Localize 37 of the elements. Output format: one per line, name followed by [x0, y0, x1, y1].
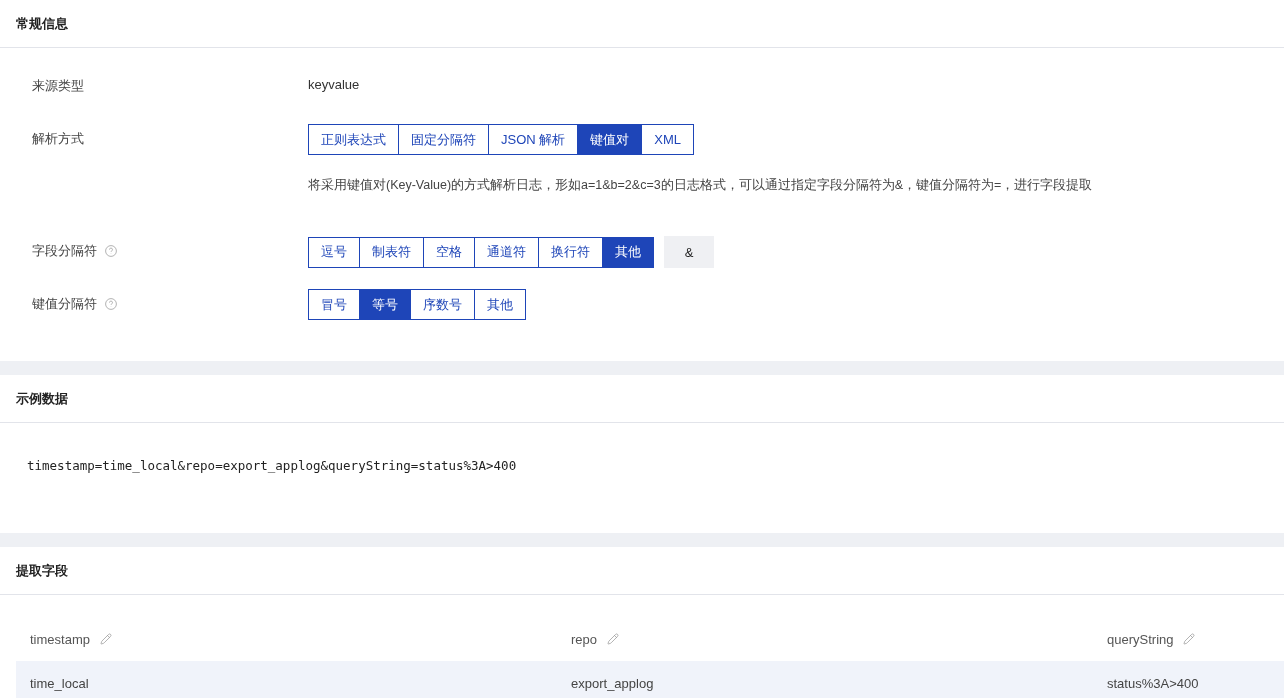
- option-button[interactable]: 正则表达式: [308, 124, 399, 155]
- option-button[interactable]: 固定分隔符: [398, 124, 489, 155]
- edit-icon[interactable]: [607, 633, 620, 645]
- section-title: 常规信息: [16, 14, 68, 33]
- option-button[interactable]: XML: [641, 124, 695, 155]
- edit-icon[interactable]: [1183, 633, 1196, 645]
- option-button[interactable]: 冒号: [308, 289, 360, 320]
- edit-icon[interactable]: [99, 633, 112, 645]
- column-header: queryString: [1107, 631, 1174, 647]
- field-label: 键值分隔符: [32, 295, 97, 313]
- custom-value-field[interactable]: &: [664, 236, 714, 268]
- option-button[interactable]: 序数号: [410, 289, 475, 320]
- table-cell-text: time_local: [29, 675, 90, 691]
- option-button[interactable]: 空格: [423, 236, 475, 268]
- option-button[interactable]: 键值对: [577, 124, 643, 155]
- option-button[interactable]: 其他: [602, 236, 654, 268]
- help-icon[interactable]: [105, 245, 117, 257]
- field-value: keyvalue: [308, 77, 361, 92]
- option-button[interactable]: 换行符: [538, 236, 603, 268]
- option-button[interactable]: JSON 解析: [488, 124, 579, 155]
- table-cell-text: status%3A>400: [1106, 675, 1200, 691]
- field-label: 解析方式: [32, 130, 84, 148]
- field-label: 字段分隔符: [32, 242, 97, 260]
- description-text: 将采用键值对(Key-Value)的方式解析日志，形如a=1&b=2&c=3的日志格式，可以通过指定字段分隔符为&，键值分隔符为=，进行字段提取: [308, 177, 1094, 194]
- option-button[interactable]: 其他: [474, 289, 526, 320]
- table-cell-text: export_applog: [570, 675, 655, 691]
- field-label: 来源类型: [32, 77, 84, 95]
- option-button[interactable]: 制表符: [359, 236, 424, 268]
- help-icon[interactable]: [105, 298, 117, 310]
- section-title: 示例数据: [16, 389, 68, 408]
- option-button[interactable]: 等号: [359, 289, 411, 320]
- sample-log-text: timestamp=time_local&repo=export_applog&queryString=status%3A>400: [27, 458, 517, 473]
- column-header: timestamp: [30, 631, 90, 647]
- column-header: repo: [571, 631, 598, 647]
- option-button[interactable]: 通道符: [474, 236, 539, 268]
- section-title: 提取字段: [16, 561, 68, 580]
- option-button[interactable]: 逗号: [308, 236, 360, 268]
